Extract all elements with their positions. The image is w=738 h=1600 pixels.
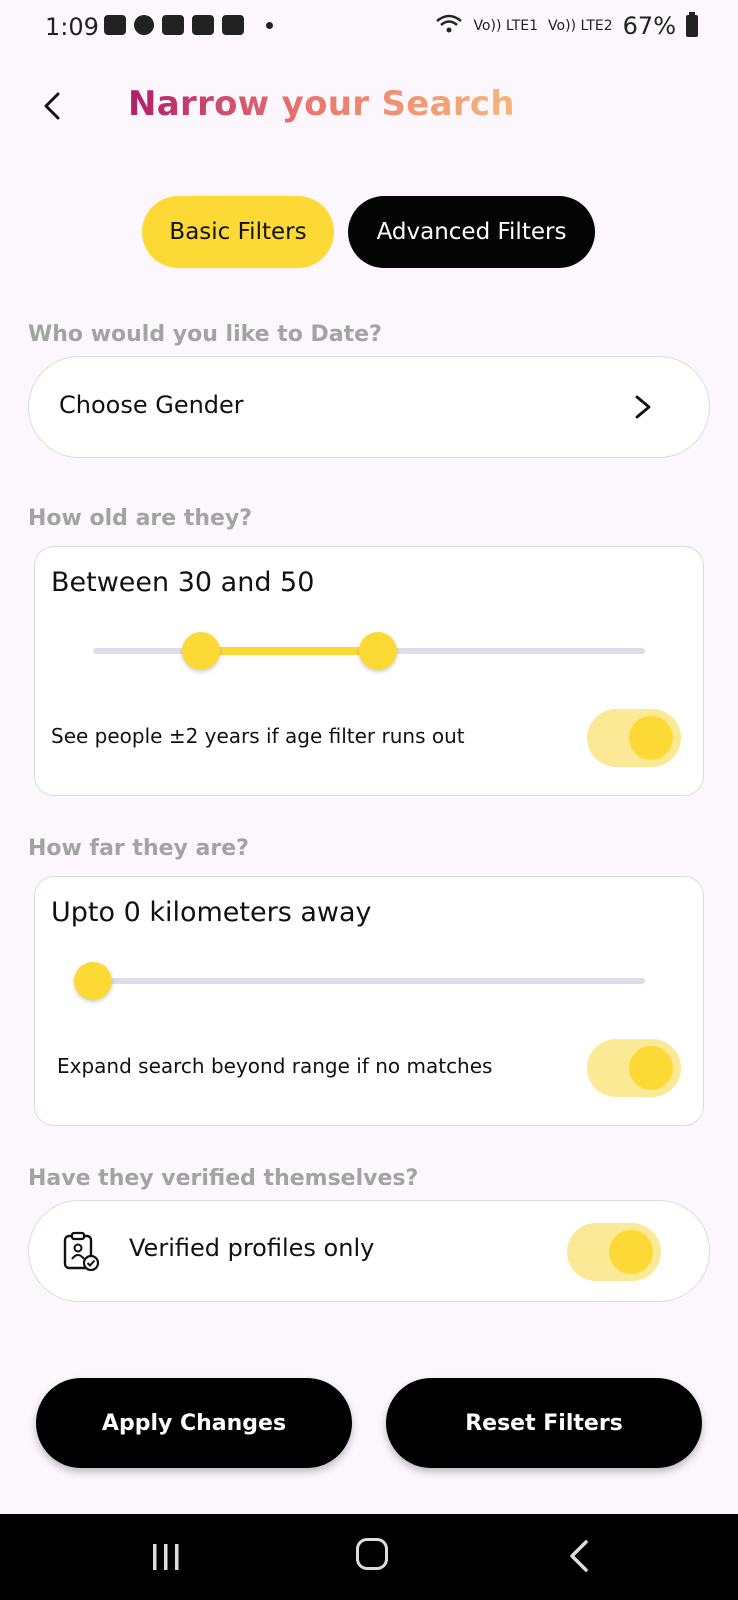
status-time: 1:09 [45,13,99,41]
verified-profiles-toggle[interactable] [567,1223,661,1281]
distance-expand-label: Expand search beyond range if no matches [57,1054,493,1078]
app-notification-icon [222,15,244,35]
choose-gender-label: Choose Gender [59,391,244,419]
age-expand-toggle[interactable] [587,709,681,767]
gender-question: Who would you like to Date? [28,322,382,347]
verified-clipboard-icon [63,1231,100,1272]
choose-gender-row[interactable]: Choose Gender [28,356,710,458]
distance-summary: Upto 0 kilometers away [51,897,372,928]
distance-slider-track[interactable] [93,978,645,984]
verification-question: Have they verified themselves? [28,1166,419,1191]
verified-profiles-label: Verified profiles only [129,1234,375,1262]
age-max-thumb[interactable] [359,632,397,670]
chevron-right-icon [635,395,651,419]
page-title: Narrow your Search [128,84,515,124]
distance-question: How far they are? [28,836,249,861]
age-slider-range [201,647,377,655]
youtube-icon [192,15,214,35]
age-question: How old are they? [28,506,253,531]
age-expand-label: See people ±2 years if age filter runs o… [51,724,465,748]
distance-thumb[interactable] [74,962,112,1000]
toggle-knob [629,1046,673,1090]
reset-filters-button[interactable]: Reset Filters [386,1378,702,1468]
more-notifications-dot-icon [266,21,273,29]
message-icon [104,15,126,35]
status-bar: 1:09 Vo)) LTE1 Vo)) LTE2 67% [0,0,738,58]
lte1-signal-icon: Vo)) LTE1 [473,18,539,34]
battery-percent: 67% [622,12,676,40]
tab-basic-filters[interactable]: Basic Filters [142,196,334,268]
recent-apps-icon[interactable] [150,1542,182,1572]
toggle-knob [609,1230,653,1274]
chevron-left-icon [44,92,60,120]
apply-changes-button[interactable]: Apply Changes [36,1378,352,1468]
age-summary: Between 30 and 50 [51,567,315,598]
distance-expand-toggle[interactable] [587,1039,681,1097]
home-icon[interactable] [356,1538,388,1570]
verified-profiles-row: Verified profiles only [28,1200,710,1302]
status-right: Vo)) LTE1 Vo)) LTE2 67% [435,12,698,40]
age-min-thumb[interactable] [182,632,220,670]
age-card: Between 30 and 50 See people ±2 years if… [34,546,704,796]
system-nav-bar [0,1514,738,1600]
lte2-signal-icon: Vo)) LTE2 [548,18,613,34]
system-back-icon[interactable] [566,1538,590,1574]
teams-icon [162,15,184,35]
back-button[interactable] [34,86,74,126]
notification-icons [104,15,273,35]
toggle-knob [629,716,673,760]
distance-card: Upto 0 kilometers away Expand search bey… [34,876,704,1126]
battery-icon [686,12,698,37]
wifi-icon [435,13,463,39]
telegram-icon [134,15,154,35]
tab-advanced-filters[interactable]: Advanced Filters [348,196,595,268]
